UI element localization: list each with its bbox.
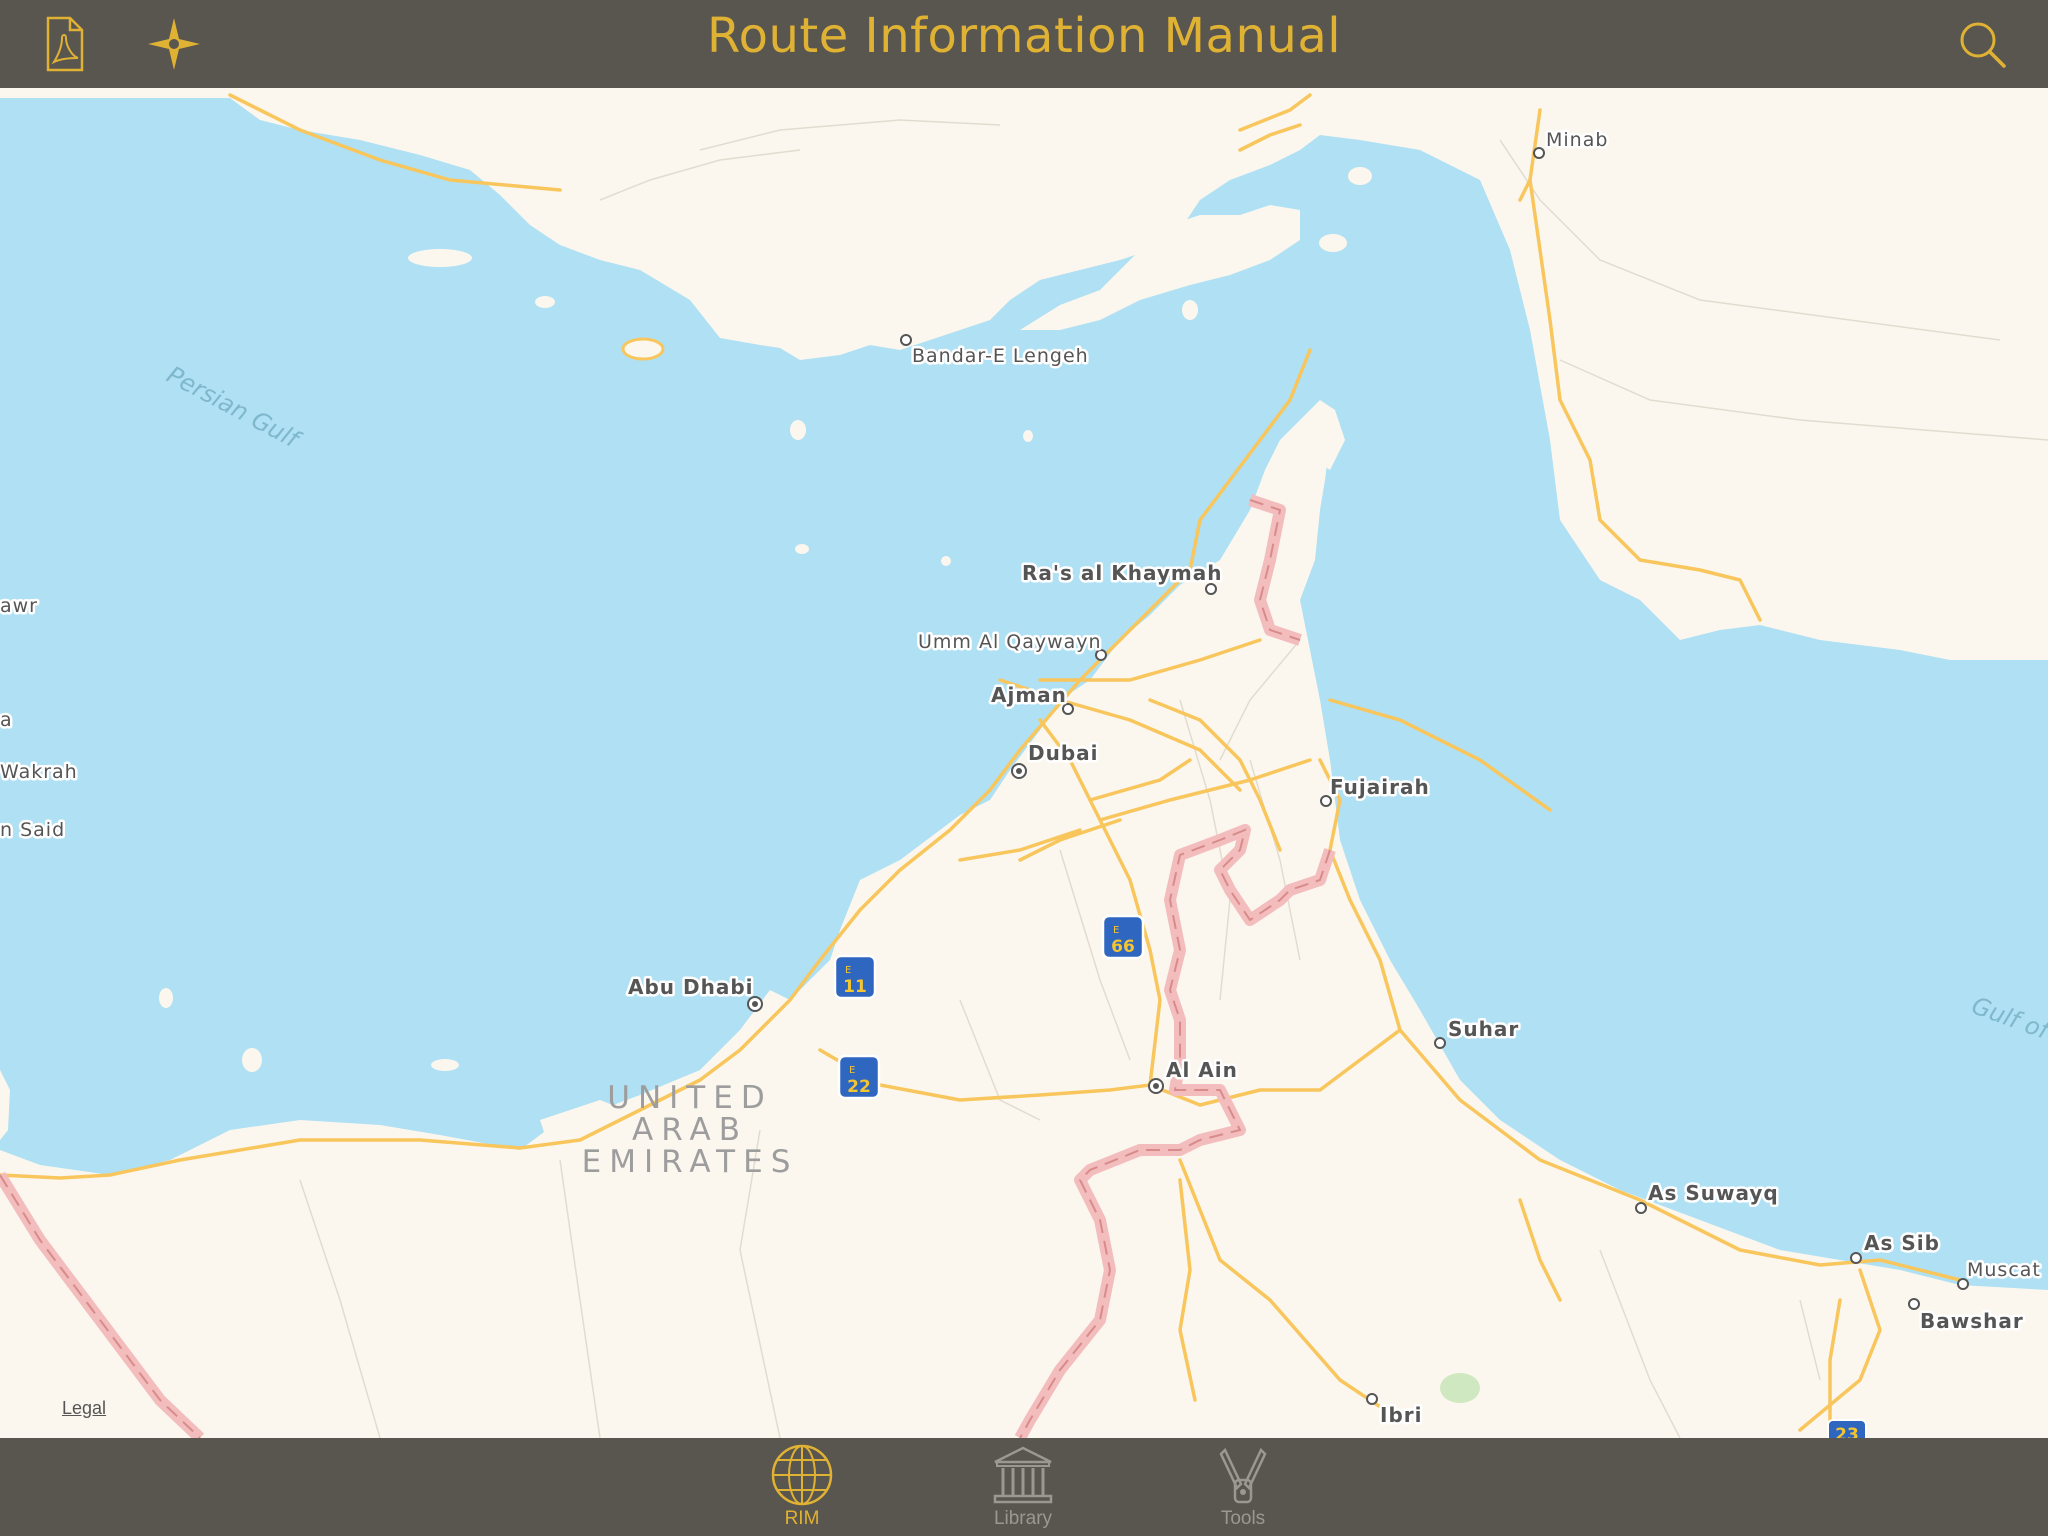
city-label-edge-2: a: [0, 709, 13, 731]
city-label-ras-al-khaymah: Ra's al Khaymah: [1022, 561, 1222, 585]
bottom-tab-bar: RIM Library Tools: [0, 1438, 2048, 1536]
search-icon: [1960, 22, 2006, 68]
swiss-knife-tools-icon: [1219, 1447, 1267, 1504]
svg-text:66: 66: [1111, 937, 1135, 957]
tab-label-rim: RIM: [784, 1508, 820, 1529]
city-label-bandar-e-lengeh: Bandar-E Lengeh: [912, 345, 1089, 367]
city-label-muscat: Muscat: [1967, 1259, 2041, 1281]
city-label-dubai: Dubai: [1028, 741, 1099, 765]
island: [535, 296, 555, 308]
highway-shield-e11[interactable]: E 11: [833, 954, 877, 1000]
page-title: Route Information Manual: [706, 8, 1342, 64]
island: [408, 249, 472, 267]
city-label-al-ain: Al Ain: [1166, 1058, 1238, 1082]
svg-text:11: 11: [843, 977, 867, 997]
city-label-as-suwayq: As Suwayq: [1648, 1181, 1779, 1205]
city-label-edge-1: awr: [0, 595, 38, 617]
tab-label-tools: Tools: [1220, 1508, 1266, 1529]
highway-shield-e66[interactable]: E 66: [1101, 914, 1145, 960]
city-label-edge-3: n Said: [0, 819, 65, 841]
library-building-icon: [993, 1446, 1053, 1504]
island: [1023, 430, 1033, 442]
tab-tools[interactable]: Tools: [1178, 1438, 1308, 1536]
island: [941, 556, 951, 566]
country-label-line-3: EMIRATES: [582, 1144, 799, 1180]
highway-shield-23[interactable]: 23: [1827, 1419, 1867, 1438]
city-label-umm-al-qaywayn: Umm Al Qaywayn: [918, 631, 1102, 653]
city-label-fujairah: Fujairah: [1330, 775, 1430, 799]
svg-text:E: E: [849, 1065, 855, 1076]
island: [1182, 300, 1198, 320]
svg-text:E: E: [1113, 925, 1119, 936]
globe-icon: [771, 1444, 833, 1506]
top-navigation-bar: Route Information Manual: [0, 0, 2048, 88]
island: [159, 988, 173, 1008]
map-view[interactable]: Persian Gulf Gulf of UNITED ARAB EMIRATE…: [0, 88, 2048, 1438]
city-label-suhar: Suhar: [1448, 1017, 1519, 1041]
city-label-bawshar: Bawshar: [1920, 1309, 2024, 1333]
city-label-minab: Minab: [1546, 129, 1608, 151]
highway-shield-e22[interactable]: E 22: [837, 1054, 881, 1100]
search-button[interactable]: [1950, 12, 2014, 76]
city-label-wakrah: Wakrah: [0, 761, 78, 783]
island: [795, 544, 809, 554]
island: [242, 1048, 262, 1072]
city-label-as-sib: As Sib: [1864, 1231, 1940, 1255]
city-label-ajman: Ajman: [991, 683, 1067, 707]
tab-library[interactable]: Library: [958, 1438, 1088, 1536]
legal-link[interactable]: Legal: [62, 1398, 106, 1419]
island: [1348, 167, 1372, 185]
tab-label-library: Library: [993, 1508, 1053, 1529]
island: [1319, 234, 1347, 252]
city-label-ibri: Ibri: [1380, 1403, 1422, 1427]
svg-text:22: 22: [847, 1077, 871, 1097]
island: [431, 1059, 459, 1071]
country-label-line-2: ARAB: [632, 1112, 748, 1148]
island: [790, 420, 806, 440]
svg-text:E: E: [845, 965, 851, 976]
park-area: [1440, 1373, 1480, 1403]
tab-rim[interactable]: RIM: [737, 1438, 867, 1536]
svg-text:23: 23: [1835, 1425, 1859, 1438]
island: [621, 337, 665, 361]
country-label-line-1: UNITED: [607, 1080, 772, 1116]
city-label-abu-dhabi: Abu Dhabi: [628, 975, 754, 999]
